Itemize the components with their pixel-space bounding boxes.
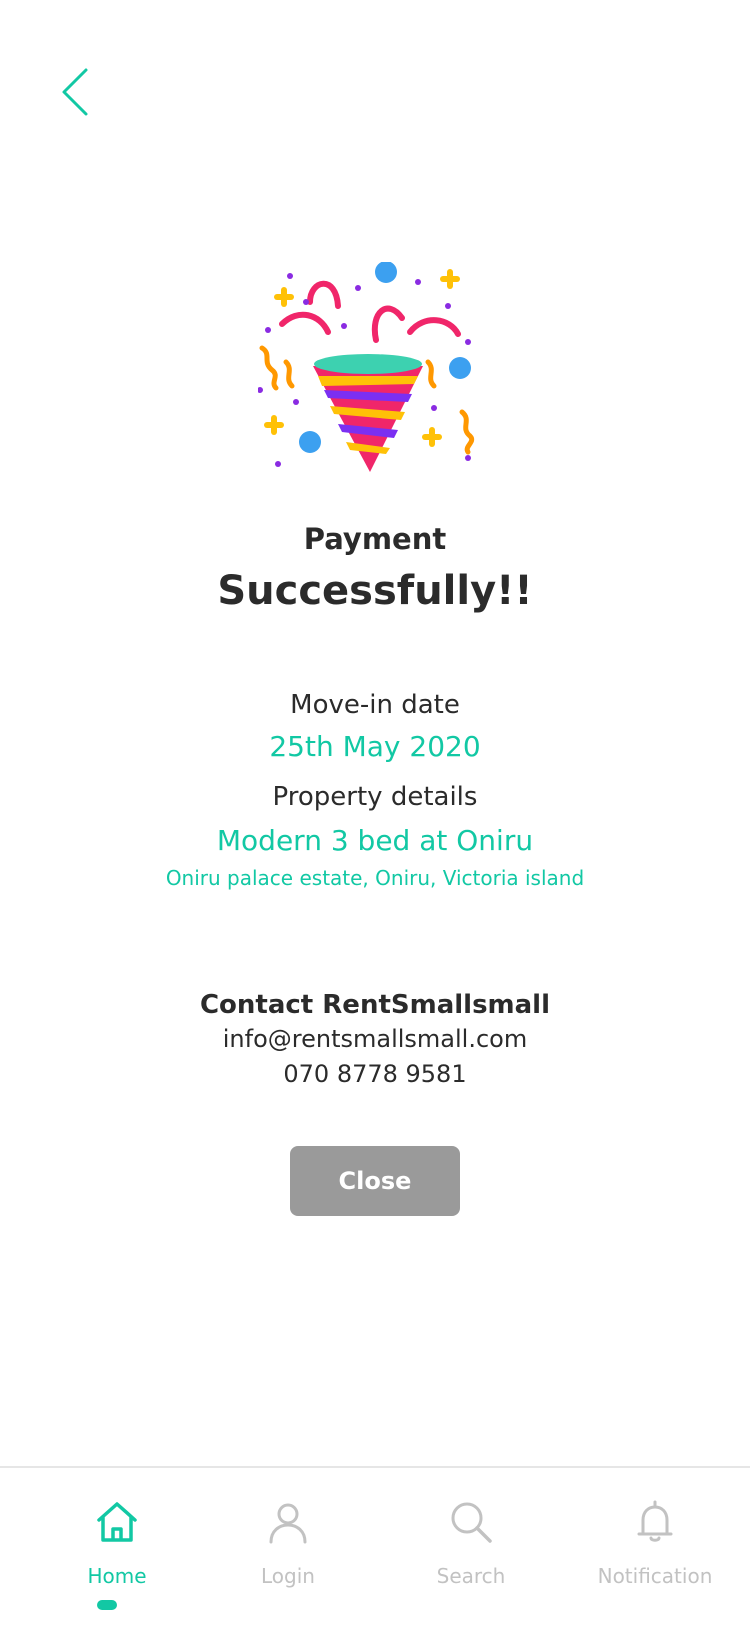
nav-item-notification[interactable]: Notification bbox=[570, 1468, 740, 1626]
nav-item-home[interactable]: Home bbox=[32, 1468, 202, 1626]
contact-phone[interactable]: 070 8778 9581 bbox=[0, 1060, 750, 1088]
nav-label-search: Search bbox=[436, 1564, 506, 1588]
active-indicator bbox=[97, 1600, 117, 1610]
nav-label-home: Home bbox=[87, 1564, 147, 1588]
move-in-label: Move-in date bbox=[290, 690, 460, 720]
contact-title: Contact RentSmallsmall bbox=[199, 990, 551, 1020]
user-icon bbox=[269, 1503, 307, 1544]
close-button[interactable]: Close bbox=[290, 1146, 460, 1216]
move-in-date: 25th May 2020 bbox=[269, 730, 481, 763]
nav-item-search[interactable]: Search bbox=[386, 1468, 556, 1626]
bell-icon bbox=[637, 1500, 673, 1542]
bottom-nav: Home Login Search Notification bbox=[0, 1466, 750, 1626]
nav-item-login[interactable]: Login bbox=[203, 1468, 373, 1626]
property-details-label: Property details bbox=[272, 782, 478, 812]
nav-label-login: Login bbox=[261, 1564, 315, 1588]
home-icon bbox=[97, 1502, 137, 1542]
back-button[interactable] bbox=[50, 60, 110, 130]
success-title: Successfully!! bbox=[217, 568, 533, 614]
payment-title: Payment bbox=[303, 522, 447, 556]
property-name: Modern 3 bed at Oniru bbox=[216, 824, 534, 857]
chevron-left-icon bbox=[62, 68, 88, 116]
contact-email[interactable]: info@rentsmallsmall.com bbox=[0, 1025, 750, 1053]
nav-label-notification: Notification bbox=[597, 1564, 713, 1588]
party-popper-icon bbox=[257, 261, 498, 502]
search-icon bbox=[451, 1502, 492, 1543]
property-address: Oniru palace estate, Oniru, Victoria isl… bbox=[165, 866, 585, 890]
